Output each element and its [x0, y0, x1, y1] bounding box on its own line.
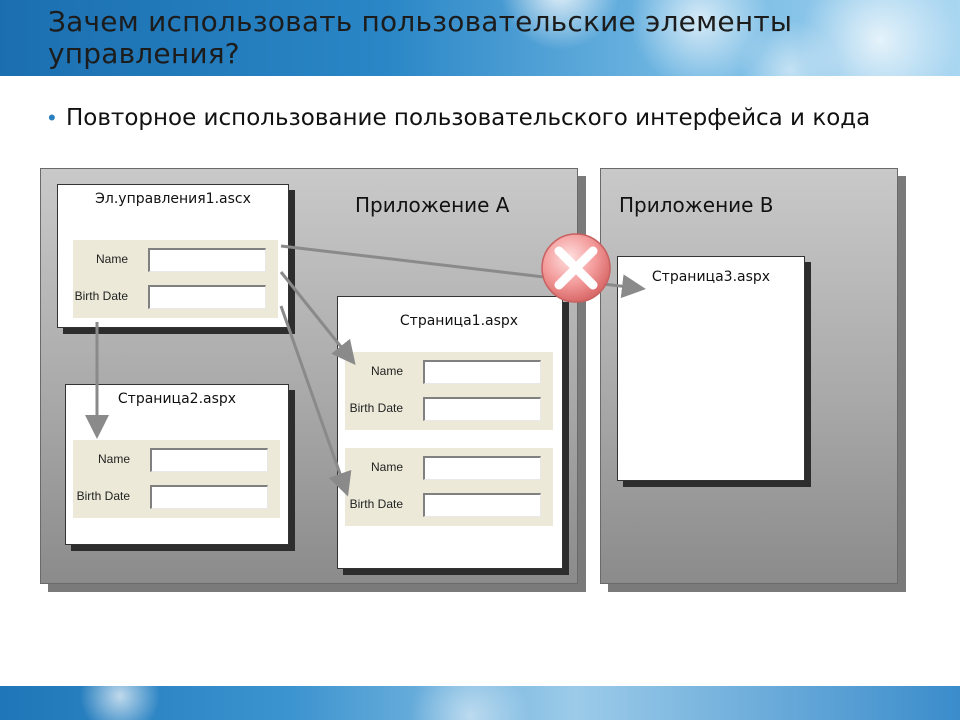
arrow-to-page1-form1	[279, 271, 356, 366]
arrow-to-page1-form2	[279, 305, 352, 497]
x-circle-icon	[541, 233, 611, 303]
footer-banner	[0, 686, 960, 720]
arrows-layer	[85, 233, 646, 497]
